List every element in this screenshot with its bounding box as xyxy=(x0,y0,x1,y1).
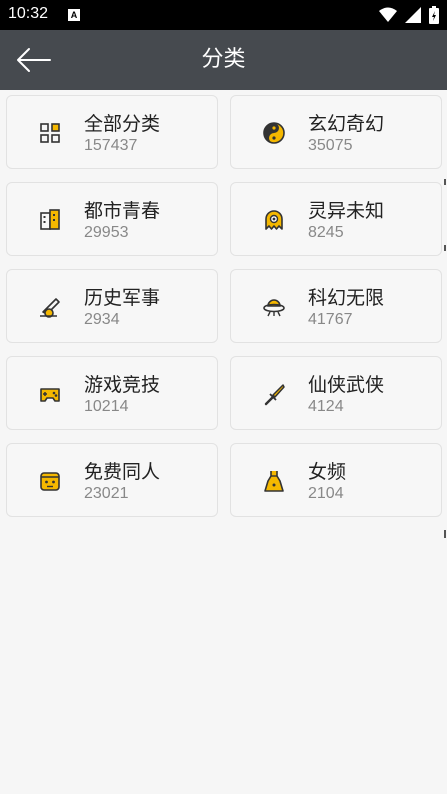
category-card-xianxia[interactable]: 仙侠武侠 4124 xyxy=(230,356,442,430)
category-card-history[interactable]: 历史军事 2934 xyxy=(6,269,218,343)
category-grid: 全部分类 157437 玄幻奇幻 35075 都市青春 29953 灵异未知 8… xyxy=(6,95,442,517)
back-button[interactable] xyxy=(14,44,54,76)
grid-icon xyxy=(40,123,60,143)
dress-icon xyxy=(264,471,284,492)
category-name: 都市青春 xyxy=(84,200,161,222)
signal-icon xyxy=(405,7,421,23)
category-count: 8245 xyxy=(308,224,344,241)
battery-icon xyxy=(429,6,439,24)
category-card-scifi[interactable]: 科幻无限 41767 xyxy=(230,269,442,343)
mask-face-icon xyxy=(40,472,60,491)
app-bar: 分类 xyxy=(0,30,447,90)
category-count: 10214 xyxy=(84,398,129,415)
page-title: 分类 xyxy=(201,47,246,72)
category-count: 29953 xyxy=(84,224,129,241)
ghost-icon xyxy=(265,210,283,230)
category-count: 157437 xyxy=(84,137,138,154)
yin-yang-icon xyxy=(263,122,285,144)
category-name: 玄幻奇幻 xyxy=(308,113,385,135)
category-card-urban[interactable]: 都市青春 29953 xyxy=(6,182,218,256)
category-card-supernatural[interactable]: 灵异未知 8245 xyxy=(230,182,442,256)
category-name: 历史军事 xyxy=(84,287,161,309)
category-count: 41767 xyxy=(308,311,353,328)
arrow-left-icon xyxy=(17,48,51,72)
gamepad-icon xyxy=(40,388,60,402)
category-name: 免费同人 xyxy=(84,461,161,483)
category-name: 仙侠武侠 xyxy=(308,374,385,396)
cannon-icon xyxy=(40,298,60,318)
category-name: 女频 xyxy=(308,461,347,483)
sword-icon xyxy=(264,384,285,406)
category-name: 全部分类 xyxy=(84,113,161,135)
category-count: 2934 xyxy=(84,311,120,328)
category-count: 23021 xyxy=(84,485,129,502)
status-icons xyxy=(379,6,439,24)
category-card-fanfic[interactable]: 免费同人 23021 xyxy=(6,443,218,517)
category-card-fantasy[interactable]: 玄幻奇幻 35075 xyxy=(230,95,442,169)
scroll-edge-marks xyxy=(444,179,446,538)
category-count: 35075 xyxy=(308,137,353,154)
city-building-icon xyxy=(40,209,60,230)
category-count: 4124 xyxy=(308,398,344,415)
category-card-all[interactable]: 全部分类 157437 xyxy=(6,95,218,169)
category-name: 游戏竞技 xyxy=(84,374,161,396)
category-card-female[interactable]: 女频 2104 xyxy=(230,443,442,517)
wifi-icon xyxy=(379,7,397,22)
category-count: 2104 xyxy=(308,485,344,502)
status-time: 10:32 xyxy=(8,5,49,22)
notification-a-icon: A xyxy=(68,9,80,21)
status-bar: 10:32 A xyxy=(0,0,447,30)
ufo-icon xyxy=(263,299,285,317)
category-name: 灵异未知 xyxy=(308,200,385,222)
category-card-gaming[interactable]: 游戏竞技 10214 xyxy=(6,356,218,430)
category-name: 科幻无限 xyxy=(308,287,385,309)
